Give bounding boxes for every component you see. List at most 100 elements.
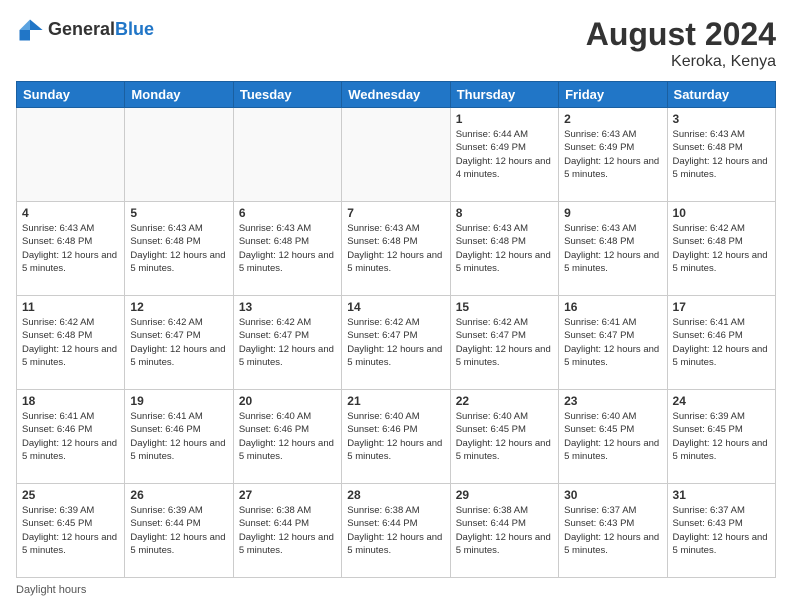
day-info: Sunrise: 6:42 AMSunset: 6:47 PMDaylight:…	[130, 316, 227, 369]
day-number: 17	[673, 300, 770, 314]
day-number: 21	[347, 394, 444, 408]
calendar-table: Sunday Monday Tuesday Wednesday Thursday…	[16, 81, 776, 578]
day-number: 30	[564, 488, 661, 502]
col-saturday: Saturday	[667, 82, 775, 108]
col-thursday: Thursday	[450, 82, 558, 108]
day-info: Sunrise: 6:41 AMSunset: 6:46 PMDaylight:…	[22, 410, 119, 463]
day-info: Sunrise: 6:43 AMSunset: 6:48 PMDaylight:…	[22, 222, 119, 275]
footer: Daylight hours	[16, 584, 776, 596]
col-sunday: Sunday	[17, 82, 125, 108]
logo-text: GeneralBlue	[48, 20, 154, 40]
calendar-day-cell: 27 Sunrise: 6:38 AMSunset: 6:44 PMDayligh…	[233, 484, 341, 578]
day-number: 11	[22, 300, 119, 314]
logo-icon	[16, 16, 44, 44]
day-number: 1	[456, 112, 553, 126]
day-info: Sunrise: 6:43 AMSunset: 6:48 PMDaylight:…	[456, 222, 553, 275]
day-number: 31	[673, 488, 770, 502]
calendar-day-cell	[342, 108, 450, 202]
day-number: 16	[564, 300, 661, 314]
calendar-day-cell: 21Sunrise: 6:40 AMSunset: 6:46 PMDayligh…	[342, 390, 450, 484]
day-info: Sunrise: 6:40 AMSunset: 6:45 PMDaylight:…	[456, 410, 553, 463]
calendar-day-cell: 11 Sunrise: 6:42 AMSunset: 6:48 PMDayligh…	[17, 296, 125, 390]
day-number: 19	[130, 394, 227, 408]
calendar-day-cell: 24 Sunrise: 6:39 AMSunset: 6:45 PMDayligh…	[667, 390, 775, 484]
day-number: 13	[239, 300, 336, 314]
day-number: 25	[22, 488, 119, 502]
calendar-day-cell: 8Sunrise: 6:43 AMSunset: 6:48 PMDaylight…	[450, 202, 558, 296]
col-wednesday: Wednesday	[342, 82, 450, 108]
day-number: 24	[673, 394, 770, 408]
day-info: Sunrise: 6:42 AMSunset: 6:47 PMDaylight:…	[347, 316, 444, 369]
day-info: Sunrise: 6:41 AMSunset: 6:47 PMDaylight:…	[564, 316, 661, 369]
day-info: Sunrise: 6:43 AMSunset: 6:49 PMDaylight:…	[564, 128, 661, 181]
location: Keroka, Kenya	[586, 53, 776, 71]
calendar-day-cell: 28 Sunrise: 6:38 AMSunset: 6:44 PMDayligh…	[342, 484, 450, 578]
day-number: 20	[239, 394, 336, 408]
logo-blue: Blue	[115, 19, 154, 39]
day-number: 10	[673, 206, 770, 220]
day-number: 3	[673, 112, 770, 126]
day-info: Sunrise: 6:39 AMSunset: 6:44 PMDaylight:…	[130, 504, 227, 557]
calendar-day-cell: 31Sunrise: 6:37 AMSunset: 6:43 PMDayligh…	[667, 484, 775, 578]
day-number: 22	[456, 394, 553, 408]
day-number: 23	[564, 394, 661, 408]
day-info: Sunrise: 6:38 AMSunset: 6:44 PMDaylight:…	[347, 504, 444, 557]
day-info: Sunrise: 6:38 AMSunset: 6:44 PMDaylight:…	[239, 504, 336, 557]
calendar-day-cell: 19 Sunrise: 6:41 AMSunset: 6:46 PMDayligh…	[125, 390, 233, 484]
page: GeneralBlue August 2024 Keroka, Kenya Su…	[0, 0, 792, 612]
calendar-day-cell: 1 Sunrise: 6:44 AMSunset: 6:49 PMDaylight…	[450, 108, 558, 202]
calendar-day-cell: 30 Sunrise: 6:37 AMSunset: 6:43 PMDayligh…	[559, 484, 667, 578]
day-info: Sunrise: 6:37 AMSunset: 6:43 PMDaylight:…	[564, 504, 661, 557]
calendar-day-cell: 22 Sunrise: 6:40 AMSunset: 6:45 PMDayligh…	[450, 390, 558, 484]
day-info: Sunrise: 6:41 AMSunset: 6:46 PMDaylight:…	[130, 410, 227, 463]
calendar-day-cell: 23Sunrise: 6:40 AMSunset: 6:45 PMDayligh…	[559, 390, 667, 484]
day-info: Sunrise: 6:39 AMSunset: 6:45 PMDaylight:…	[673, 410, 770, 463]
daylight-hours-label: Daylight hours	[16, 584, 86, 596]
col-monday: Monday	[125, 82, 233, 108]
calendar-day-cell: 20 Sunrise: 6:40 AMSunset: 6:46 PMDayligh…	[233, 390, 341, 484]
calendar-header-row: Sunday Monday Tuesday Wednesday Thursday…	[17, 82, 776, 108]
calendar-day-cell: 10 Sunrise: 6:42 AMSunset: 6:48 PMDayligh…	[667, 202, 775, 296]
calendar-week-row: 4Sunrise: 6:43 AMSunset: 6:48 PMDaylight…	[17, 202, 776, 296]
day-number: 9	[564, 206, 661, 220]
calendar-day-cell: 13 Sunrise: 6:42 AMSunset: 6:47 PMDayligh…	[233, 296, 341, 390]
day-info: Sunrise: 6:42 AMSunset: 6:47 PMDaylight:…	[456, 316, 553, 369]
calendar-day-cell: 4Sunrise: 6:43 AMSunset: 6:48 PMDaylight…	[17, 202, 125, 296]
col-friday: Friday	[559, 82, 667, 108]
calendar-day-cell: 26 Sunrise: 6:39 AMSunset: 6:44 PMDayligh…	[125, 484, 233, 578]
title-block: August 2024 Keroka, Kenya	[586, 16, 776, 71]
day-number: 28	[347, 488, 444, 502]
day-info: Sunrise: 6:40 AMSunset: 6:46 PMDaylight:…	[239, 410, 336, 463]
calendar-day-cell: 29Sunrise: 6:38 AMSunset: 6:44 PMDayligh…	[450, 484, 558, 578]
day-info: Sunrise: 6:41 AMSunset: 6:46 PMDaylight:…	[673, 316, 770, 369]
logo: GeneralBlue	[16, 16, 154, 44]
day-info: Sunrise: 6:44 AMSunset: 6:49 PMDaylight:…	[456, 128, 553, 181]
day-info: Sunrise: 6:42 AMSunset: 6:47 PMDaylight:…	[239, 316, 336, 369]
col-tuesday: Tuesday	[233, 82, 341, 108]
day-info: Sunrise: 6:39 AMSunset: 6:45 PMDaylight:…	[22, 504, 119, 557]
calendar-week-row: 11 Sunrise: 6:42 AMSunset: 6:48 PMDayligh…	[17, 296, 776, 390]
calendar-day-cell: 5 Sunrise: 6:43 AMSunset: 6:48 PMDaylight…	[125, 202, 233, 296]
day-info: Sunrise: 6:43 AMSunset: 6:48 PMDaylight:…	[130, 222, 227, 275]
calendar-day-cell: 7Sunrise: 6:43 AMSunset: 6:48 PMDaylight…	[342, 202, 450, 296]
day-number: 5	[130, 206, 227, 220]
day-info: Sunrise: 6:42 AMSunset: 6:48 PMDaylight:…	[22, 316, 119, 369]
logo-general: General	[48, 19, 115, 39]
calendar-day-cell: 15 Sunrise: 6:42 AMSunset: 6:47 PMDayligh…	[450, 296, 558, 390]
day-number: 2	[564, 112, 661, 126]
day-info: Sunrise: 6:43 AMSunset: 6:48 PMDaylight:…	[347, 222, 444, 275]
day-info: Sunrise: 6:42 AMSunset: 6:48 PMDaylight:…	[673, 222, 770, 275]
calendar-week-row: 18 Sunrise: 6:41 AMSunset: 6:46 PMDayligh…	[17, 390, 776, 484]
calendar-day-cell: 2 Sunrise: 6:43 AMSunset: 6:49 PMDaylight…	[559, 108, 667, 202]
calendar-day-cell: 25 Sunrise: 6:39 AMSunset: 6:45 PMDayligh…	[17, 484, 125, 578]
day-number: 27	[239, 488, 336, 502]
day-number: 15	[456, 300, 553, 314]
calendar-day-cell: 18 Sunrise: 6:41 AMSunset: 6:46 PMDayligh…	[17, 390, 125, 484]
calendar-day-cell: 12Sunrise: 6:42 AMSunset: 6:47 PMDayligh…	[125, 296, 233, 390]
day-info: Sunrise: 6:43 AMSunset: 6:48 PMDaylight:…	[673, 128, 770, 181]
calendar-day-cell	[17, 108, 125, 202]
day-number: 26	[130, 488, 227, 502]
calendar-day-cell	[233, 108, 341, 202]
day-number: 18	[22, 394, 119, 408]
calendar-day-cell: 6Sunrise: 6:43 AMSunset: 6:48 PMDaylight…	[233, 202, 341, 296]
